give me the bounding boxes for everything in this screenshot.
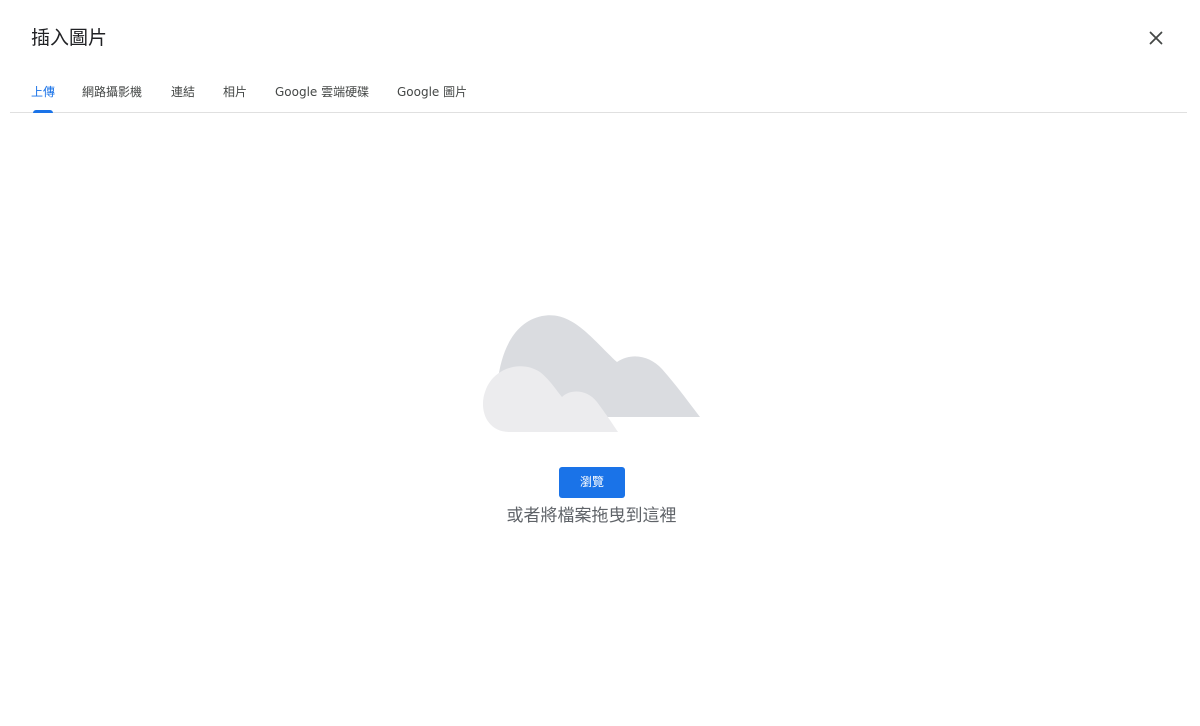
close-button[interactable] (1140, 22, 1172, 54)
insert-image-dialog: 插入圖片 上傳 網路攝影機 連結 相片 Google 雲端硬碟 Google 圖… (0, 0, 1200, 726)
tab-label: 連結 (171, 85, 196, 99)
dialog-title: 插入圖片 (31, 27, 108, 49)
cloud-icon (482, 315, 700, 432)
tab-upload[interactable]: 上傳 (31, 78, 56, 113)
tab-label: 上傳 (31, 85, 56, 99)
tab-label: 相片 (223, 85, 248, 99)
tab-webcam[interactable]: 網路攝影機 (82, 78, 142, 112)
drag-drop-hint: 或者將檔案拖曳到這裡 (506, 506, 677, 526)
tab-label: Google 雲端硬碟 (275, 85, 370, 99)
tab-google-drive[interactable]: Google 雲端硬碟 (275, 78, 369, 112)
tab-label: Google 圖片 (397, 85, 468, 99)
tab-bar: 上傳 網路攝影機 連結 相片 Google 雲端硬碟 Google 圖片 (10, 78, 1187, 113)
tab-photos[interactable]: 相片 (223, 78, 247, 112)
browse-button[interactable]: 瀏覽 (559, 467, 625, 498)
close-icon (1149, 31, 1163, 45)
tab-google-images[interactable]: Google 圖片 (397, 78, 467, 112)
tab-label: 網路攝影機 (82, 85, 143, 99)
tab-link[interactable]: 連結 (171, 78, 195, 112)
active-tab-indicator (33, 110, 54, 113)
